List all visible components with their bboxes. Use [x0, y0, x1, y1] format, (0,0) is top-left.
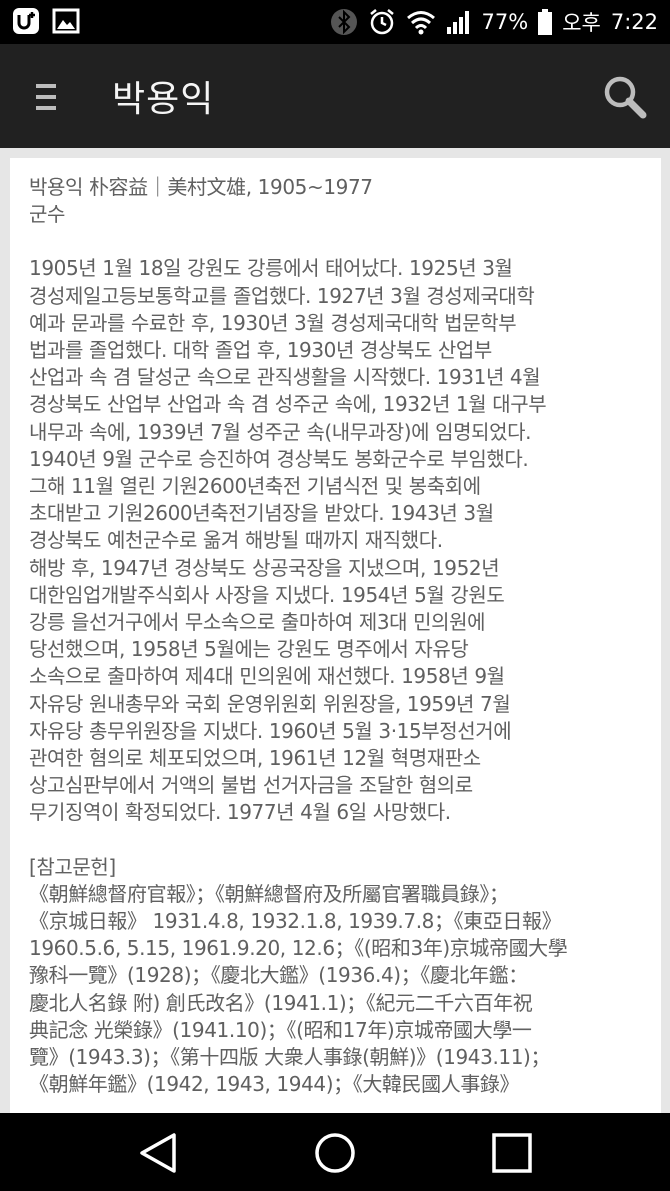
- navigation-bar: [0, 1113, 670, 1191]
- article-header-line: 박용익 朴容益｜美村文雄, 1905~1977: [29, 175, 373, 199]
- body-line: 예과 문과를 수료한 후, 1930년 3월 경성제국대학 법문학부: [29, 310, 517, 335]
- body-line: 경상북도 예천군수로 옮겨 해방될 때까지 재직했다.: [29, 528, 443, 553]
- body-line: 당선했으며, 1958년 5월에는 강원도 명주에서 자유당: [29, 637, 469, 662]
- reference-line: 《朝鮮年鑑》(1942, 1943, 1944)；《大韓民國人事錄》: [29, 1072, 520, 1097]
- home-icon[interactable]: [312, 1130, 358, 1176]
- reference-line: 典記念 光榮錄》(1941.10)；《(昭和17年)京城帝國大學一: [29, 1017, 532, 1042]
- page-title: 박용익: [112, 79, 215, 120]
- image-icon: [52, 8, 80, 34]
- body-line: 법과를 졸업했다. 대학 졸업 후, 1930년 경상북도 산업부: [29, 338, 492, 363]
- u-plus-icon: [13, 8, 39, 34]
- body-line: 1905년 1월 18일 강원도 강릉에서 태어났다. 1925년 3월: [29, 256, 513, 281]
- status-time: 7:22: [610, 10, 658, 34]
- recents-icon[interactable]: [489, 1130, 535, 1176]
- app-bar: 박용익: [0, 44, 670, 148]
- status-ampm: 오후: [562, 11, 601, 35]
- back-icon[interactable]: [136, 1130, 182, 1176]
- wifi-icon: [406, 11, 435, 35]
- reference-line: 慶北人名錄 附) 創氏改名》(1941.1)；《紀元二千六百年祝: [29, 990, 533, 1015]
- body-line: 소속으로 출마하여 제4대 민의원에 재선했다. 1958년 9월: [29, 664, 505, 689]
- status-bar: 77% 오후 7:22: [0, 0, 670, 44]
- body-line: 관여한 혐의로 체포되었으며, 1961년 12월 혁명재판소: [29, 746, 481, 771]
- reference-line: 覽》(1943.3)；《第十四版 大衆人事錄(朝鮮)》(1943.11)；: [29, 1045, 551, 1070]
- battery-icon: [538, 9, 553, 35]
- reference-line: 豫科一覽》(1928)；《慶北大鑑》(1936.4)；《慶北年鑑：: [29, 963, 528, 988]
- body-line: 상고심판부에서 거액의 불법 선거자금을 조달한 혐의로: [29, 773, 473, 798]
- body-line: 산업과 속 겸 달성군 속으로 관직생활을 시작했다. 1931년 4월: [29, 365, 541, 390]
- body-line: 경성제일고등보통학교를 졸업했다. 1927년 3월 경성제국대학: [29, 283, 535, 308]
- body-line: 강릉 을선거구에서 무소속으로 출마하여 제3대 민의원에: [29, 610, 486, 635]
- alarm-icon: [369, 9, 394, 35]
- reference-line: 1960.5.6, 5.15, 1961.9.20, 12.6；《(昭和3年)京…: [29, 936, 568, 961]
- body-line: 무기징역이 확정되었다. 1977년 4월 6일 사망했다.: [29, 800, 451, 825]
- reference-line: 《京城日報》 1931.4.8, 1932.1.8, 1939.7.8；《東亞日…: [29, 909, 562, 934]
- article-header-line: 군수: [29, 202, 65, 227]
- body-line: 자유당 총무위원장을 지냈다. 1960년 5월 3·15부정선거에: [29, 718, 512, 743]
- references-section: [참고문헌] 《朝鮮總督府官報》；《朝鮮總督府及所屬官署職員錄》； 《京城日報》…: [29, 854, 654, 1099]
- bluetooth-icon: [330, 9, 357, 35]
- body-line: 경상북도 산업부 산업과 속 겸 성주군 속에, 1932년 1월 대구부: [29, 392, 547, 417]
- article-body: 1905년 1월 18일 강원도 강릉에서 태어났다. 1925년 3월 경성제…: [29, 255, 654, 826]
- article-card: 박용익 朴容益｜美村文雄, 1905~1977 군수 1905년 1월 18일 …: [10, 158, 661, 1113]
- body-line: 내무과 속에, 1939년 7월 성주군 속(내무과장)에 임명되었다.: [29, 419, 532, 444]
- menu-icon[interactable]: [36, 84, 56, 112]
- body-line: 그해 11월 열린 기원2600년축전 기념식전 및 봉축회에: [29, 474, 481, 499]
- body-line: 해방 후, 1947년 경상북도 상공국장을 지냈으며, 1952년: [29, 555, 500, 580]
- signal-icon: [446, 11, 469, 34]
- search-icon[interactable]: [602, 74, 648, 120]
- reference-line: 《朝鮮總督府官報》；《朝鮮總督府及所屬官署職員錄》；: [29, 881, 509, 906]
- battery-percent: 77%: [481, 10, 529, 34]
- body-line: 대한임업개발주식회사 사장을 지냈다. 1954년 5월 강원도: [29, 582, 505, 607]
- body-line: 자유당 원내총무와 국회 운영위원회 위원장을, 1959년 7월: [29, 691, 511, 716]
- body-line: 1940년 9월 군수로 승진하여 경상북도 봉화군수로 부임했다.: [29, 446, 529, 471]
- body-line: 초대받고 기원2600년축전기념장을 받았다. 1943년 3월: [29, 501, 494, 526]
- article-header: 박용익 朴容益｜美村文雄, 1905~1977 군수: [29, 174, 654, 228]
- references-heading: [참고문헌]: [29, 854, 116, 879]
